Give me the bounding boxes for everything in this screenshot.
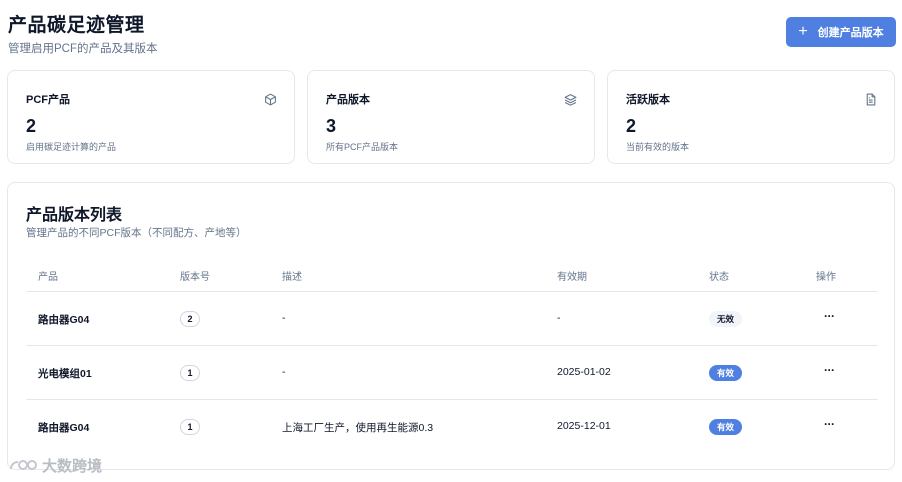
cell-product: 路由器G04 [38,422,90,434]
more-actions-button[interactable]: ··· [824,363,835,377]
page-title: 产品碳足迹管理 [8,15,145,36]
cell-product: 路由器G04 [38,314,90,326]
stat-title: PCF产品 [26,94,70,106]
list-subtitle: 管理产品的不同PCF版本（不同配方、产地等） [26,227,247,239]
watermark: 大数跨境 [8,455,102,476]
stat-value: 2 [626,116,637,136]
status-badge: 有效 [709,365,743,381]
box-icon [265,93,276,106]
stat-card-active-versions: 活跃版本 2 当前有效的版本 [607,70,895,164]
create-button-label: 创建产品版本 [817,27,884,39]
watermark-text: 大数跨境 [42,458,103,475]
column-header-valid-until: 有效期 [557,272,587,283]
version-badge: 1 [180,365,200,381]
table-divider [26,345,878,346]
stat-title: 产品版本 [326,94,370,106]
cell-description: - [282,366,286,378]
version-badge: 1 [180,419,200,435]
more-actions-button[interactable]: ··· [824,417,835,431]
more-actions-button[interactable]: ··· [824,309,835,323]
table-divider [26,291,878,292]
create-product-version-button[interactable]: + 创建产品版本 [786,17,896,47]
stat-card-pcf-products: PCF产品 2 启用碳足迹计算的产品 [7,70,295,164]
cell-description: - [282,312,286,324]
watermark-logo-icon [10,459,37,470]
stat-card-product-versions: 产品版本 3 所有PCF产品版本 [307,70,595,164]
status-badge: 无效 [709,311,743,327]
layers-icon [564,94,577,106]
cell-valid-until: 2025-12-01 [557,420,611,432]
stat-value: 3 [326,116,337,136]
page-subtitle: 管理启用PCF的产品及其版本 [8,43,158,55]
version-badge: 2 [180,311,200,327]
stat-desc: 所有PCF产品版本 [326,142,399,152]
column-header-version: 版本号 [180,272,210,283]
cell-product: 光电模组01 [38,368,92,380]
plus-icon: + [798,23,808,40]
column-header-description: 描述 [282,272,302,283]
list-title: 产品版本列表 [26,207,123,224]
stat-desc: 当前有效的版本 [626,142,690,152]
stat-desc: 启用碳足迹计算的产品 [26,142,117,152]
stat-title: 活跃版本 [626,94,670,106]
product-version-list-card: 产品版本列表 管理产品的不同PCF版本（不同配方、产地等） 产品 版本号 描述 … [7,182,895,470]
column-header-status: 状态 [709,272,729,283]
column-header-actions: 操作 [816,272,836,283]
status-badge: 有效 [709,419,743,435]
cell-valid-until: 2025-01-02 [557,366,611,378]
cell-description: 上海工厂生产，使用再生能源0.3 [282,422,434,434]
stat-value: 2 [26,116,37,136]
page-header: 产品碳足迹管理 管理启用PCF的产品及其版本 [8,10,158,56]
table-divider [26,399,878,400]
cell-valid-until: - [557,312,561,324]
column-header-product: 产品 [38,272,58,283]
file-text-icon [866,93,876,106]
